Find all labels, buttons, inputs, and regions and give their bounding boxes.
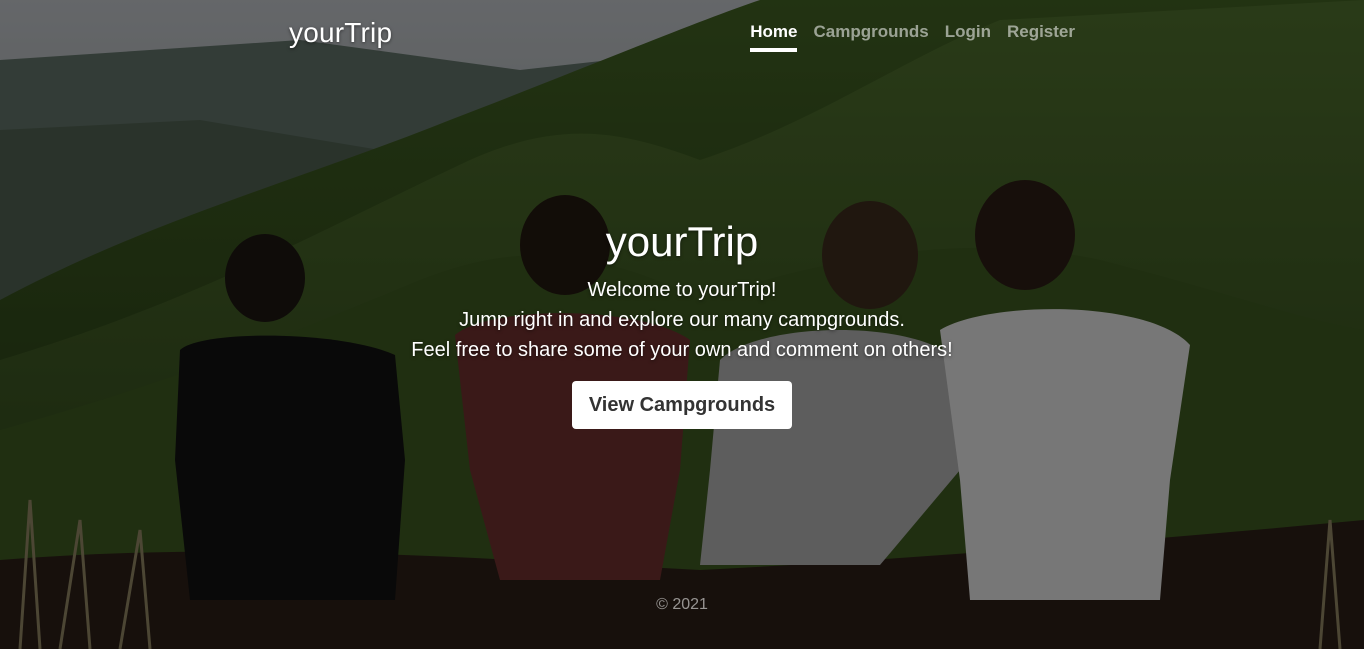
brand-logo-text[interactable]: yourTrip [289,17,392,49]
nav-link-campgrounds[interactable]: Campgrounds [813,22,928,52]
nav-links: Home Campgrounds Login Register [750,22,1075,52]
nav-link-login[interactable]: Login [945,22,991,52]
nav-link-register[interactable]: Register [1007,22,1075,52]
hero-share-text: Feel free to share some of your own and … [411,339,953,361]
view-campgrounds-button[interactable]: View Campgrounds [571,381,793,429]
hero-title: yourTrip [605,218,759,265]
footer-copyright: © 2021 [656,596,708,613]
hero-content: yourTrip Welcome to yourTrip! Jump right… [0,218,1364,429]
navbar: yourTrip Home Campgrounds Login Register [289,0,1075,66]
hero-explore-text: Jump right in and explore our many campg… [459,309,905,331]
hero-lead: Welcome to yourTrip! Jump right in and e… [0,275,1364,365]
nav-link-home[interactable]: Home [750,22,798,52]
hero-welcome-text: Welcome to yourTrip! [587,279,777,301]
landing-page: yourTrip Home Campgrounds Login Register… [0,0,1364,649]
